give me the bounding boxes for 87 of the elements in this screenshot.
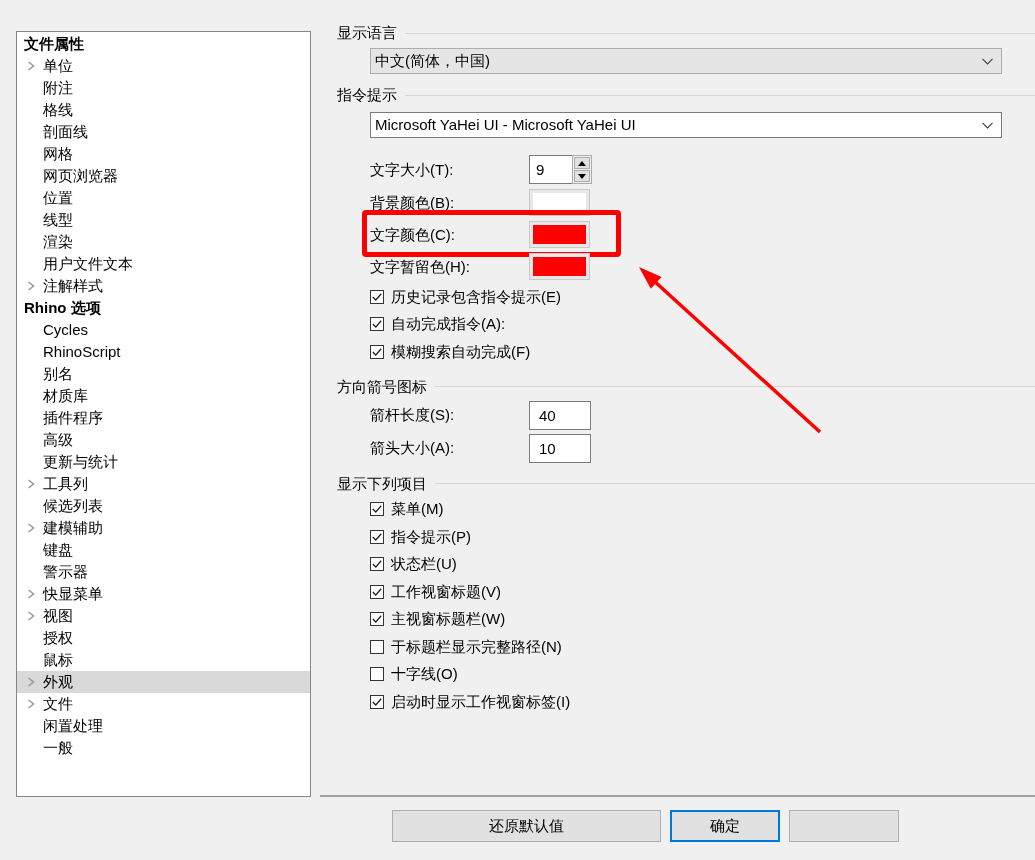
checkbox-label: 状态栏(U) <box>391 555 457 574</box>
checkbox-label: 自动完成指令(A): <box>391 315 506 334</box>
tree-item[interactable]: 键盘 <box>17 539 310 561</box>
tree-item[interactable]: 位置 <box>17 187 310 209</box>
checkbox-label: 启动时显示工作视窗标签(I) <box>391 692 571 711</box>
tree-item[interactable]: 格线 <box>17 99 310 121</box>
dropdown[interactable]: Microsoft YaHei UI - Microsoft YaHei UI <box>370 112 1002 138</box>
checkbox-label: 于标题栏显示完整路径(N) <box>391 637 562 656</box>
tree-item[interactable]: 建模辅助 <box>17 517 310 539</box>
checkmark-icon <box>372 697 382 706</box>
checkbox-label: 指令提示(P) <box>391 527 471 546</box>
tree-item[interactable]: 材质库 <box>17 385 310 407</box>
checkbox-label: 模糊搜索自动完成(F) <box>391 342 531 361</box>
field-label: 文字大小(T): <box>370 160 455 179</box>
tree-item[interactable]: 渲染 <box>17 231 310 253</box>
dialog-button[interactable]: 确定 <box>670 810 780 842</box>
down-triangle-icon <box>578 173 586 179</box>
tree-item[interactable]: 候选列表 <box>17 495 310 517</box>
tree-item[interactable]: 视图 <box>17 605 310 627</box>
checkmark-icon <box>372 292 382 301</box>
checkmark-icon <box>372 505 382 514</box>
group-title: 方向箭号图标 <box>337 377 427 396</box>
checkbox-label: 主视窗标题栏(W) <box>391 610 506 629</box>
tree-item[interactable]: 插件程序 <box>17 407 310 429</box>
checkbox-label: 菜单(M) <box>391 500 444 519</box>
checkbox[interactable] <box>370 529 384 544</box>
tree-item[interactable]: Cycles <box>17 319 310 341</box>
checkbox[interactable] <box>370 694 384 709</box>
group-title: 指令提示 <box>337 86 397 104</box>
tree-item[interactable]: Rhino 选项 <box>17 297 310 319</box>
field-label: 箭头大小(A): <box>370 439 456 457</box>
tree-item[interactable]: 更新与统计 <box>17 451 310 473</box>
checkbox[interactable] <box>370 317 384 332</box>
checkmark-icon <box>372 347 382 356</box>
tree-item[interactable]: 鼠标 <box>17 649 310 671</box>
up-triangle-icon <box>578 160 586 166</box>
checkbox[interactable] <box>370 344 384 359</box>
checkbox[interactable] <box>370 289 384 304</box>
chevron-down-icon <box>982 57 993 65</box>
tree-item[interactable]: 外观 <box>17 671 310 693</box>
tree-item[interactable]: 一般 <box>17 737 310 759</box>
tree-item[interactable]: 授权 <box>17 627 310 649</box>
number-field[interactable]: 9 <box>529 155 572 184</box>
checkbox-label: 工作视窗标题(V) <box>391 582 501 601</box>
checkmark-icon <box>372 587 382 596</box>
field-label: 文字颜色(C): <box>370 225 456 244</box>
checkmark-icon <box>372 615 382 624</box>
group-title: 显示下列项目 <box>337 474 427 493</box>
field-label: 箭杆长度(S): <box>370 406 456 424</box>
dialog-button[interactable]: 还原默认值 <box>392 810 661 842</box>
tree-item[interactable]: 网页浏览器 <box>17 165 310 187</box>
tree-item[interactable]: 线型 <box>17 209 310 231</box>
checkbox-label: 历史记录包含指令提示(E) <box>391 287 561 306</box>
field-label: 文字暂留色(H): <box>370 257 471 276</box>
tree-item[interactable]: 附注 <box>17 77 310 99</box>
tree-item[interactable]: 剖面线 <box>17 121 310 143</box>
checkmark-icon <box>372 320 382 329</box>
group-title: 显示语言 <box>337 24 397 42</box>
checkbox[interactable] <box>370 557 384 572</box>
checkbox[interactable] <box>370 612 384 627</box>
checkbox[interactable] <box>370 584 384 599</box>
number-field[interactable]: 40 <box>529 400 591 430</box>
tree-item[interactable]: 网格 <box>17 143 310 165</box>
chevron-down-icon <box>982 121 993 129</box>
checkmark-icon <box>372 532 382 541</box>
tree-item[interactable]: 快显菜单 <box>17 583 310 605</box>
checkmark-icon <box>372 560 382 569</box>
tree-item[interactable]: 注解样式 <box>17 275 310 297</box>
tree-item[interactable]: 高级 <box>17 429 310 451</box>
tree-item[interactable]: 工具列 <box>17 473 310 495</box>
tree-item[interactable]: 警示器 <box>17 561 310 583</box>
dropdown[interactable]: 中文(简体，中国) <box>370 48 1002 74</box>
spin-down-button[interactable] <box>574 170 590 182</box>
checkbox[interactable] <box>370 667 384 682</box>
checkbox[interactable] <box>370 639 384 654</box>
checkbox-label: 十字线(O) <box>391 665 458 684</box>
number-field[interactable]: 10 <box>529 433 591 463</box>
checkbox[interactable] <box>370 502 384 517</box>
tree-item[interactable]: 用户文件文本 <box>17 253 310 275</box>
tree-item[interactable]: 闲置处理 <box>17 715 310 737</box>
tree-item[interactable]: 文件 <box>17 693 310 715</box>
tree-item[interactable]: 单位 <box>17 55 310 77</box>
tree-item[interactable]: 别名 <box>17 363 310 385</box>
field-label: 背景颜色(B): <box>370 193 456 212</box>
spin-up-button[interactable] <box>574 157 590 169</box>
tree-item[interactable]: 文件属性 <box>17 33 310 55</box>
tree-item[interactable]: RhinoScript <box>17 341 310 363</box>
